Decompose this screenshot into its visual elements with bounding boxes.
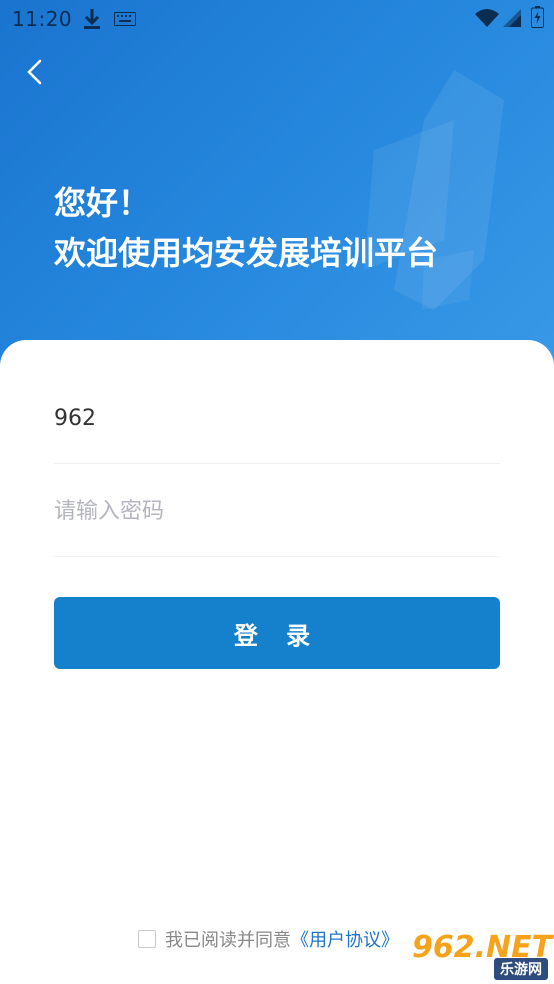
password-input[interactable] [54, 493, 500, 529]
wifi-icon [475, 9, 499, 27]
back-arrow-icon [27, 59, 42, 85]
status-time: 11:20 [12, 7, 73, 31]
keyboard-icon [114, 12, 136, 26]
download-icon [84, 9, 100, 29]
account-field [54, 372, 500, 464]
watermark-sub: 乐游网 [494, 958, 548, 980]
agreement-text: 我已阅读并同意 [165, 930, 291, 951]
user-agreement-link[interactable]: 《用户协议》 [291, 926, 399, 952]
battery-icon [531, 6, 544, 28]
login-button[interactable]: 登 录 [54, 597, 500, 669]
watermark-logo: 962.NET 乐游网 [408, 930, 552, 982]
back-button[interactable] [16, 52, 52, 92]
greeting-line-2: 欢迎使用均安发展培训平台 [54, 234, 439, 272]
signal-icon [503, 9, 521, 27]
greeting: 您好！ 欢迎使用均安发展培训平台 [54, 178, 438, 278]
password-field [54, 465, 500, 557]
status-bar: 11:20 [0, 0, 554, 38]
agreement-checkbox[interactable] [138, 930, 156, 948]
account-input[interactable] [54, 400, 500, 436]
greeting-line-1: 您好！ [54, 184, 151, 222]
agreement-row: 我已阅读并同意 《用户协议》 [138, 924, 399, 954]
